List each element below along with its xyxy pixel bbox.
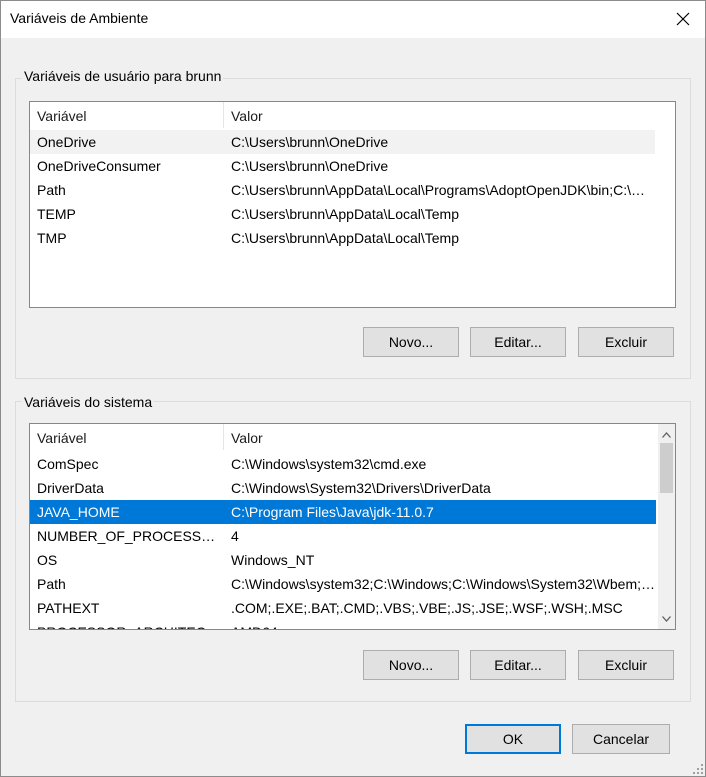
- variable-value-cell: C:\Program Files\Java\jdk-11.0.7: [231, 504, 434, 520]
- user-edit-button[interactable]: Editar...: [470, 327, 566, 357]
- table-row[interactable]: ComSpec C:\Windows\system32\cmd.exe: [30, 452, 656, 476]
- close-button[interactable]: [660, 0, 706, 38]
- user-new-button[interactable]: Novo...: [363, 327, 459, 357]
- column-header-variable[interactable]: Variável: [30, 424, 224, 450]
- variable-value-cell: C:\Users\brunn\OneDrive: [231, 134, 389, 150]
- table-row[interactable]: Path C:\Users\brunn\AppData\Local\Program…: [30, 178, 655, 202]
- list-header: Variável Valor: [30, 424, 656, 450]
- variable-value-cell: AMD64: [224, 620, 656, 629]
- table-row[interactable]: DriverData C:\Windows\System32\Drivers\Dr…: [30, 476, 656, 500]
- table-row[interactable]: NUMBER_OF_PROCESSORS 4: [30, 524, 656, 548]
- variable-name-cell: Path: [37, 182, 66, 198]
- vertical-scrollbar[interactable]: [658, 424, 675, 629]
- list-header: Variável Valor: [30, 102, 675, 128]
- column-header-value[interactable]: Valor: [224, 102, 655, 128]
- variable-name-cell: TEMP: [37, 206, 76, 222]
- variable-name-cell: OneDrive: [37, 134, 97, 150]
- system-variables-list[interactable]: Variável Valor ComSpec C:\Windows\system3…: [29, 423, 676, 630]
- variable-value-cell: C:\Users\brunn\OneDrive: [231, 158, 389, 174]
- system-delete-button[interactable]: Excluir: [578, 650, 674, 680]
- variable-name-cell: OneDriveConsumer: [37, 158, 161, 174]
- variable-value-cell: Windows_NT: [231, 552, 315, 568]
- variable-value-cell: .COM;.EXE;.BAT;.CMD;.VBS;.VBE;.JS;.JSE;.…: [231, 600, 623, 616]
- user-variables-title: Variáveis de usuário para brunn: [22, 68, 224, 84]
- system-edit-button[interactable]: Editar...: [470, 650, 566, 680]
- variable-value-cell: C:\Windows\System32\Drivers\DriverData: [231, 480, 491, 496]
- variable-name-cell: OS: [37, 552, 58, 568]
- table-row[interactable]: Path C:\Windows\system32;C:\Windows;C:\Wi…: [30, 572, 656, 596]
- system-variables-title: Variáveis do sistema: [22, 394, 155, 410]
- table-row[interactable]: TMP C:\Users\brunn\AppData\Local\Temp: [30, 226, 655, 250]
- window-title: Variáveis de Ambiente: [10, 10, 149, 26]
- variable-value-cell: C:\Windows\system32\cmd.exe: [231, 456, 427, 472]
- variable-name-cell: JAVA_HOME: [37, 504, 120, 520]
- variable-name-cell: ComSpec: [37, 456, 99, 472]
- scroll-down-button[interactable]: [658, 610, 675, 627]
- scroll-up-button[interactable]: [658, 426, 675, 443]
- scroll-thumb[interactable]: [660, 443, 673, 493]
- chevron-down-icon: [662, 615, 671, 622]
- ok-button[interactable]: OK: [465, 724, 561, 754]
- variable-value-cell: C:\Users\brunn\AppData\Local\Temp: [231, 230, 459, 246]
- chevron-up-icon: [662, 431, 671, 438]
- user-variables-list[interactable]: Variável Valor OneDrive C:\Users\brunn\On…: [29, 101, 676, 308]
- variable-name-cell: NUMBER_OF_PROCESSORS: [37, 528, 223, 544]
- variable-value-cell: C:\Windows\system32;C:\Windows;C:\Window…: [231, 576, 656, 592]
- variable-value-cell: C:\Users\brunn\AppData\Local\Programs\Ad…: [231, 182, 655, 198]
- variable-name-cell: Path: [37, 576, 66, 592]
- resize-grip-icon[interactable]: [692, 763, 704, 775]
- cancel-button[interactable]: Cancelar: [572, 724, 670, 754]
- close-icon: [676, 12, 690, 26]
- system-new-button[interactable]: Novo...: [363, 650, 459, 680]
- column-header-variable[interactable]: Variável: [30, 102, 224, 128]
- table-row[interactable]: TEMP C:\Users\brunn\AppData\Local\Temp: [30, 202, 655, 226]
- variable-name-cell: TMP: [37, 230, 67, 246]
- column-header-value[interactable]: Valor: [224, 424, 656, 450]
- variable-name-cell: PATHEXT: [37, 600, 100, 616]
- table-row[interactable]: JAVA_HOME C:\Program Files\Java\jdk-11.0.…: [30, 500, 656, 524]
- variable-name-cell: DriverData: [37, 480, 104, 496]
- table-row[interactable]: PATHEXT .COM;.EXE;.BAT;.CMD;.VBS;.VBE;.JS…: [30, 596, 656, 620]
- table-row[interactable]: OS Windows_NT: [30, 548, 656, 572]
- variable-value-cell: C:\Users\brunn\AppData\Local\Temp: [231, 206, 459, 222]
- user-delete-button[interactable]: Excluir: [578, 327, 674, 357]
- table-row[interactable]: OneDrive C:\Users\brunn\OneDrive: [30, 130, 655, 154]
- title-bar: Variáveis de Ambiente: [0, 0, 706, 38]
- variable-name-cell: PROCESSOR_ARCHITECTURE: [30, 620, 223, 629]
- table-row[interactable]: PROCESSOR_ARCHITECTUREAMD64: [30, 620, 656, 629]
- variable-value-cell: 4: [231, 528, 239, 544]
- table-row[interactable]: OneDriveConsumer C:\Users\brunn\OneDrive: [30, 154, 655, 178]
